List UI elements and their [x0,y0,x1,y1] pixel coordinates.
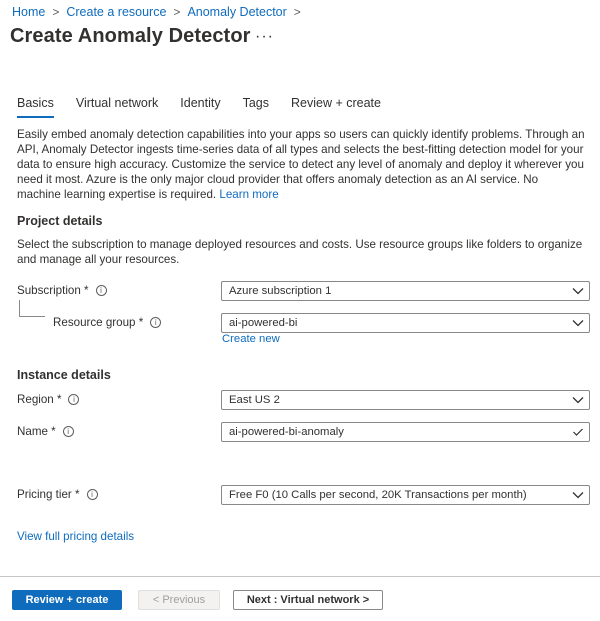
pricing-tier-select[interactable]: Free F0 (10 Calls per second, 20K Transa… [221,485,590,505]
subscription-select[interactable]: Azure subscription 1 [221,281,590,301]
region-label: Region * i [17,393,80,406]
chevron-down-icon [567,287,589,295]
subscription-label-text: Subscription * [17,284,89,297]
breadcrumb-separator: > [293,5,301,19]
view-pricing-link[interactable]: View full pricing details [17,530,134,543]
review-create-button[interactable]: Review + create [12,590,122,610]
info-icon[interactable]: i [68,394,80,405]
region-select[interactable]: East US 2 [221,390,590,410]
project-details-description: Select the subscription to manage deploy… [17,238,583,266]
breadcrumb-anomaly-detector[interactable]: Anomaly Detector [187,5,286,19]
learn-more-link[interactable]: Learn more [219,188,278,201]
info-icon[interactable]: i [150,317,162,328]
chevron-down-icon [567,396,589,404]
tab-identity[interactable]: Identity [180,96,220,116]
instance-details-heading: Instance details [17,368,111,382]
tree-connector [19,300,20,316]
create-new-link[interactable]: Create new [222,333,280,345]
tree-connector [19,316,45,317]
info-icon[interactable]: i [62,426,74,437]
intro-text: Easily embed anomaly detection capabilit… [17,128,585,201]
info-icon[interactable]: i [86,489,98,500]
subscription-value: Azure subscription 1 [229,285,332,297]
name-label: Name * i [17,425,74,438]
name-input[interactable]: ai-powered-bi-anomaly [221,422,590,442]
breadcrumb-separator: > [52,5,60,19]
tab-tags[interactable]: Tags [243,96,269,116]
subscription-label: Subscription * i [17,284,107,297]
region-label-text: Region * [17,393,62,406]
resource-group-value: ai-powered-bi [229,317,298,329]
region-value: East US 2 [229,394,280,406]
resource-group-label-text: Resource group * [53,316,144,329]
more-options-button[interactable]: ··· [255,28,274,46]
chevron-down-icon [567,319,589,327]
previous-button[interactable]: < Previous [138,590,220,610]
breadcrumb-home[interactable]: Home [12,5,45,19]
resource-group-select[interactable]: ai-powered-bi [221,313,590,333]
pricing-tier-label: Pricing tier * i [17,488,98,501]
project-details-heading: Project details [17,214,103,228]
tab-bar: Basics Virtual network Identity Tags Rev… [17,96,403,118]
name-label-text: Name * [17,425,56,438]
pricing-tier-value: Free F0 (10 Calls per second, 20K Transa… [229,489,527,501]
next-button[interactable]: Next : Virtual network > [233,590,383,610]
footer-divider [0,576,600,577]
pricing-tier-label-text: Pricing tier * [17,488,80,501]
info-icon[interactable]: i [95,285,107,296]
name-value: ai-powered-bi-anomaly [229,426,344,438]
breadcrumb: Home > Create a resource > Anomaly Detec… [12,5,308,19]
breadcrumb-separator: > [173,5,181,19]
intro-description: Easily embed anomaly detection capabilit… [17,127,585,202]
check-icon [567,428,589,436]
page-title: Create Anomaly Detector [10,25,251,47]
tab-basics[interactable]: Basics [17,96,54,118]
breadcrumb-create-resource[interactable]: Create a resource [66,5,166,19]
resource-group-label: Resource group * i [53,316,162,329]
tab-review-create[interactable]: Review + create [291,96,381,116]
tab-virtual-network[interactable]: Virtual network [76,96,158,116]
chevron-down-icon [567,491,589,499]
